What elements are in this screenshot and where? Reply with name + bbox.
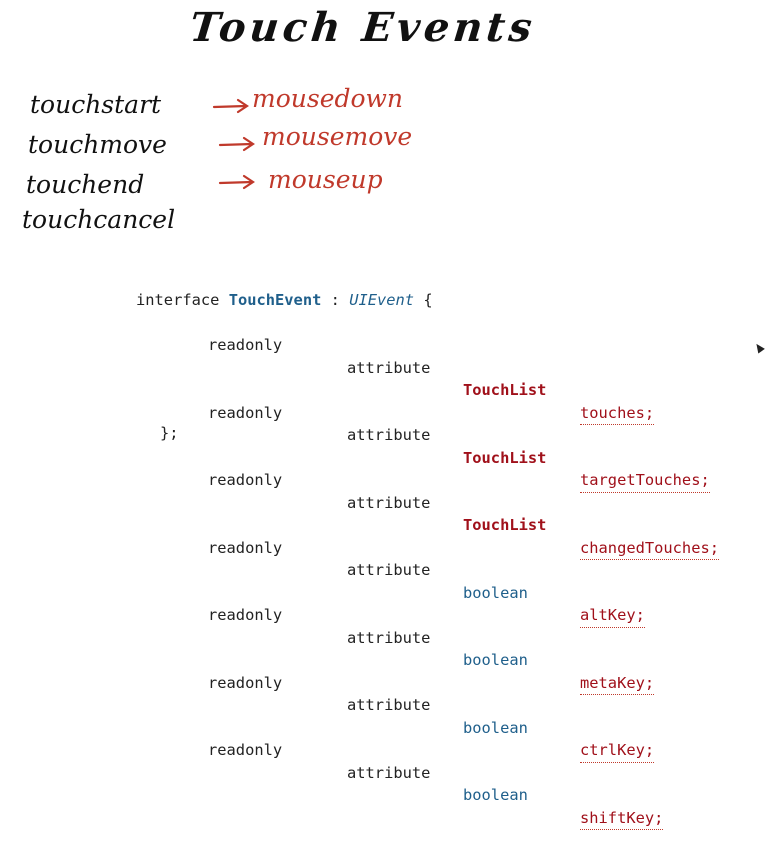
attribute-keyword: attribute — [347, 493, 431, 512]
readonly-keyword: readonly — [208, 403, 283, 422]
member-name: targetTouches; — [580, 469, 710, 493]
keyword: interface — [136, 291, 220, 309]
readonly-keyword: readonly — [208, 606, 283, 624]
mousedown-label: mousedown — [252, 84, 404, 113]
attribute-keyword: attribute — [347, 763, 431, 782]
member-type: boolean — [463, 583, 528, 602]
mousemove-label: mousemove — [262, 122, 413, 151]
readonly-keyword: readonly — [208, 741, 283, 759]
mouse-cursor-icon — [753, 341, 765, 354]
member-row: readonly attribute boolean altKey; — [208, 514, 645, 628]
touchstart-label: touchstart — [30, 90, 162, 119]
member-name: metaKey; — [580, 672, 655, 695]
closing-brace: }; — [160, 424, 179, 442]
member-row: readonly attribute boolean shiftKey; — [208, 717, 664, 830]
touchmove-label: touchmove — [28, 130, 167, 159]
arrow-right-icon — [218, 174, 255, 190]
member-type: boolean — [463, 651, 528, 669]
member-type: TouchList — [463, 381, 547, 399]
member-type: TouchList — [463, 448, 547, 467]
readonly-keyword: readonly — [208, 336, 283, 354]
arrow-right-icon — [218, 136, 255, 152]
touchend-label: touchend — [26, 170, 145, 199]
member-row: readonly attribute TouchList changedTouc… — [208, 447, 719, 560]
attribute-keyword: attribute — [347, 561, 431, 579]
member-type: TouchList — [463, 516, 547, 534]
member-type: boolean — [463, 786, 528, 804]
readonly-keyword: readonly — [208, 673, 283, 692]
member-name: touches; — [580, 402, 655, 425]
mouseup-label: mouseup — [268, 165, 383, 194]
member-name: shiftKey; — [580, 807, 664, 830]
readonly-keyword: readonly — [208, 538, 283, 557]
member-row: readonly attribute TouchList targetTouch… — [208, 379, 710, 493]
member-type: boolean — [463, 718, 528, 737]
interface-declaration: interface TouchEvent : UIEvent { — [136, 289, 433, 312]
member-row: readonly attribute boolean metaKey; — [208, 582, 655, 695]
member-name: altKey; — [580, 604, 645, 628]
member-row: readonly attribute boolean ctrlKey; — [208, 649, 655, 763]
touchcancel-label: touchcancel — [22, 205, 176, 234]
arrow-right-icon — [212, 98, 249, 114]
attribute-keyword: attribute — [347, 358, 431, 377]
page-title: Touch Events — [187, 4, 539, 51]
readonly-keyword: readonly — [208, 471, 283, 489]
attribute-keyword: attribute — [347, 426, 431, 444]
colon: : — [330, 291, 340, 309]
member-name: changedTouches; — [580, 537, 719, 560]
open-brace: { — [423, 291, 433, 309]
member-list: readonly attribute TouchList touches; re… — [208, 267, 719, 830]
attribute-keyword: attribute — [347, 696, 431, 714]
member-row: readonly attribute TouchList touches; — [208, 312, 655, 425]
member-name: ctrlKey; — [580, 739, 655, 763]
attribute-keyword: attribute — [347, 628, 431, 647]
parent-interface: UIEvent — [349, 291, 415, 309]
code-block: interface TouchEvent : UIEvent { — [136, 244, 433, 334]
